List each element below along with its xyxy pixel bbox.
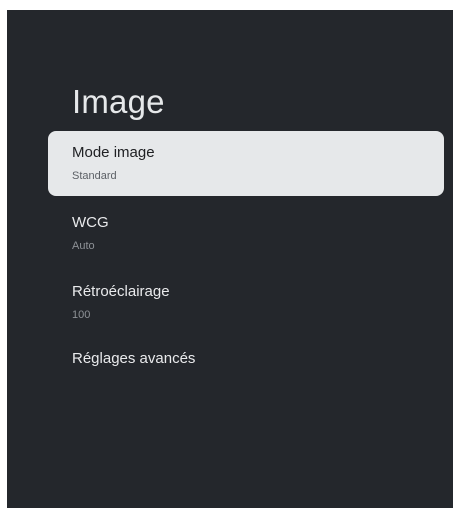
page-title: Image bbox=[72, 83, 165, 120]
settings-item-label: Rétroéclairage bbox=[72, 283, 170, 300]
settings-item-value: Standard bbox=[72, 170, 117, 182]
settings-item-value: Auto bbox=[72, 240, 95, 252]
settings-item-label: Mode image bbox=[72, 144, 155, 161]
settings-panel: Image Mode image Standard WCG Auto Rétro… bbox=[7, 10, 453, 508]
settings-list: Mode image Standard WCG Auto Rétroéclair… bbox=[48, 131, 444, 376]
settings-item-wcg[interactable]: WCG Auto bbox=[48, 196, 444, 266]
settings-item-picture-mode[interactable]: Mode image Standard bbox=[48, 131, 444, 196]
settings-item-backlight[interactable]: Rétroéclairage 100 bbox=[48, 266, 444, 336]
settings-item-label: Réglages avancés bbox=[72, 350, 196, 367]
settings-item-value: 100 bbox=[72, 309, 91, 321]
settings-item-advanced-settings[interactable]: Réglages avancés bbox=[48, 336, 444, 376]
settings-item-label: WCG bbox=[72, 214, 109, 231]
